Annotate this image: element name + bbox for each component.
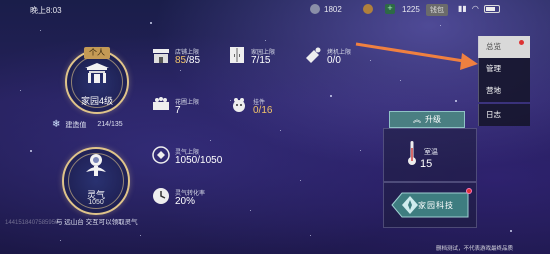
upgrade-label: 升级	[425, 115, 441, 124]
snowflake-icon: ❄	[52, 119, 61, 130]
bronze-coin-icon	[363, 4, 373, 14]
silver-coin-icon	[310, 4, 320, 14]
resource-gold[interactable]: + 1225	[385, 3, 420, 15]
home-tech-label: 家园科技	[418, 201, 454, 210]
garden-limit-value: 7	[175, 105, 181, 116]
resource-gold-value: 1225	[402, 4, 420, 14]
clock-icon	[153, 188, 169, 204]
pet-icon	[233, 98, 245, 112]
stall-limit-value: 85/85	[175, 55, 201, 66]
system-icons: ▮▮ ◠	[458, 4, 500, 13]
spirit-value: 1050	[88, 199, 104, 206]
signal-icon: ▮▮	[458, 4, 467, 13]
wardrobe-icon	[230, 47, 244, 63]
spirit-emblem-icon	[86, 154, 106, 176]
tab-overview[interactable]: 总览	[478, 36, 530, 58]
build-value: 214/135	[97, 121, 123, 128]
resource-silver: 1802	[310, 3, 342, 15]
thermometer-icon	[408, 141, 416, 165]
test-disclaimer: 删档测试，不代表游戏最终品质	[436, 246, 514, 252]
spirit-hint: 与 远山台 交互可以领取灵气	[56, 219, 138, 226]
wifi-icon: ◠	[471, 4, 479, 13]
grill-icon	[306, 47, 321, 63]
build-label: 建造值	[65, 121, 87, 129]
personal-badge: 个人	[84, 47, 110, 59]
overview-notification-dot	[519, 40, 524, 45]
spirit-gauge-icon	[152, 146, 170, 164]
resource-bronze-icon-wrap	[363, 3, 373, 15]
pets-value: 0/16	[253, 105, 273, 116]
resource-silver-value: 1802	[324, 4, 342, 14]
furniture-limit-value: 7/15	[251, 55, 271, 66]
tab-camp[interactable]: 营地	[478, 80, 530, 102]
home-gate-icon	[85, 63, 109, 83]
roast-limit-value: 0/0	[327, 55, 341, 66]
stall-icon	[153, 49, 169, 63]
spirit-limit-value: 1050/1050	[175, 155, 223, 166]
temperature-value: 15	[420, 158, 433, 170]
build-value-row: ❄ 建造值 214/135	[52, 119, 123, 130]
upgrade-button[interactable]: ︽ 升级	[389, 111, 465, 128]
tab-log[interactable]: 日志	[478, 104, 530, 126]
temperature-label: 室温	[424, 149, 438, 156]
status-bar: 晚上8:03 1802 + 1225 钱包 ▮▮ ◠	[0, 0, 550, 18]
add-resource-icon[interactable]: +	[385, 4, 395, 14]
clock: 晚上8:03	[30, 6, 62, 15]
battery-icon	[483, 4, 500, 13]
charge-button[interactable]: 钱包	[426, 4, 448, 16]
garden-bed-icon	[153, 97, 169, 110]
user-id: 1441518407585956	[5, 220, 59, 226]
home-level-label: 家园4级	[80, 96, 113, 106]
double-chevron-up-icon: ︽	[413, 115, 421, 124]
tech-notification-dot	[466, 188, 472, 194]
tab-manage[interactable]: 管理	[478, 58, 530, 80]
spirit-rate-value: 20%	[175, 196, 196, 207]
